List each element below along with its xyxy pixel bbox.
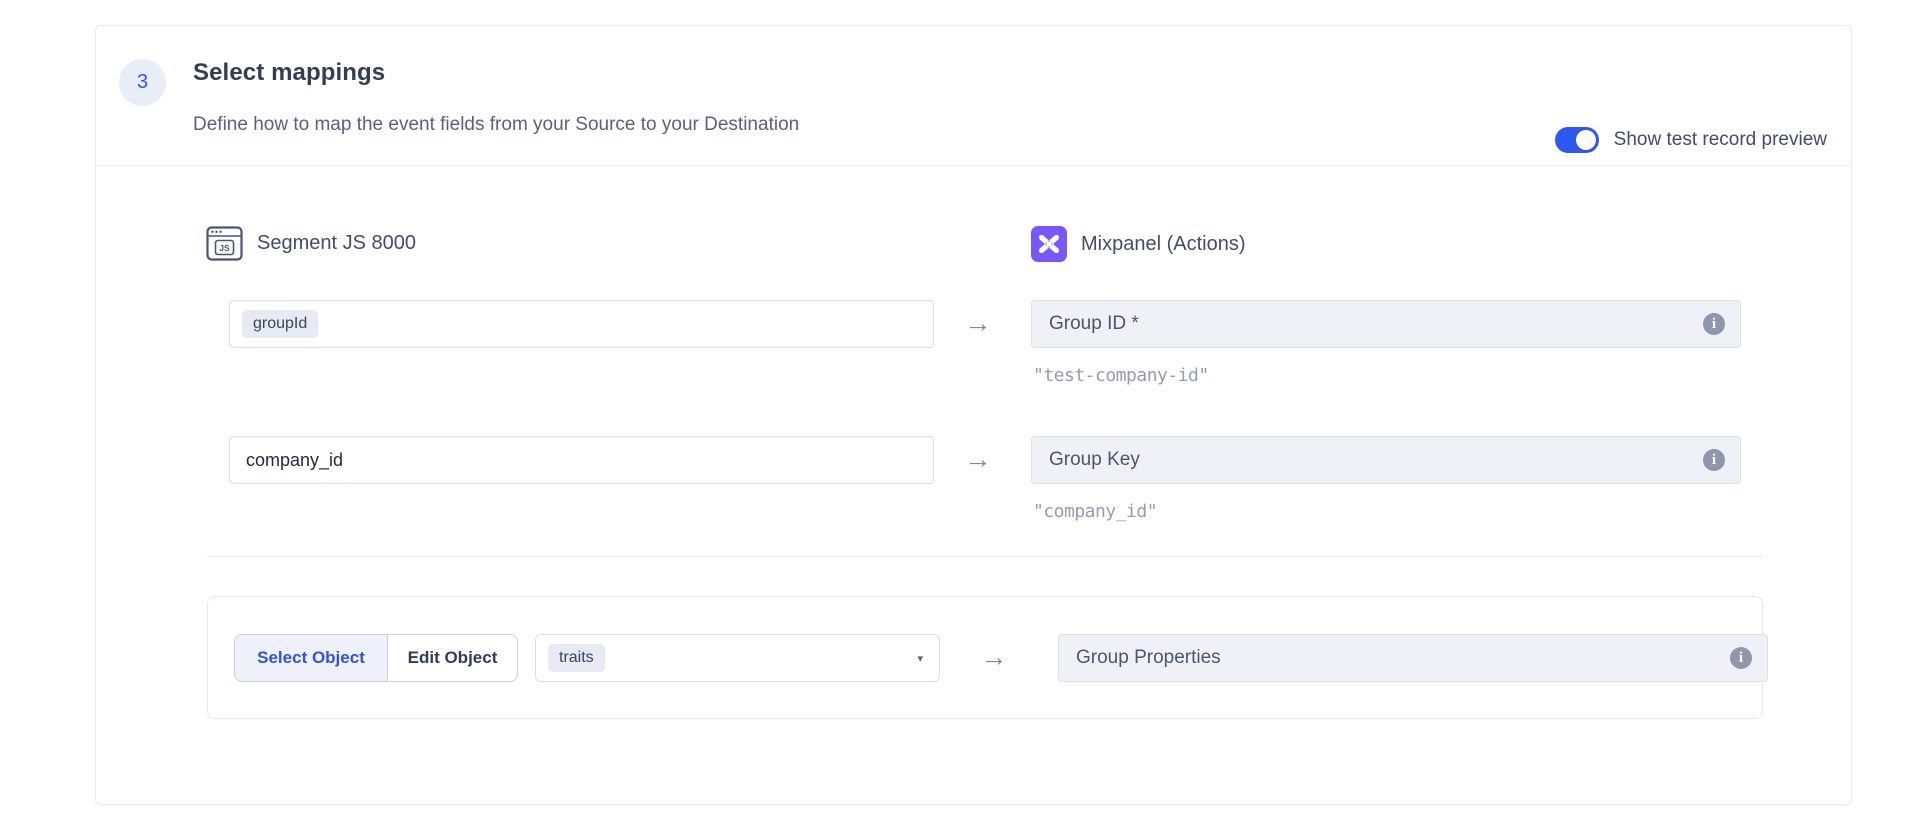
destination-field-label: Group Properties bbox=[1076, 647, 1730, 669]
mapping-row-group-key: company_id → Group Key i bbox=[96, 436, 1851, 484]
caret-down-icon: ▾ bbox=[917, 652, 923, 665]
source-field-input-groupid[interactable]: groupId bbox=[229, 300, 934, 348]
page: 3 Select mappings Define how to map the … bbox=[0, 0, 1906, 836]
destination-field-label: Group Key bbox=[1049, 449, 1703, 471]
source-field-input-company-id[interactable]: company_id bbox=[229, 436, 934, 484]
destination-field-group-key: Group Key i bbox=[1031, 436, 1741, 484]
source-name: Segment JS 8000 bbox=[257, 232, 416, 255]
object-mapping-box: Select Object Edit Object traits ▾ → Gro… bbox=[207, 596, 1763, 719]
destination-field-group-properties: Group Properties i bbox=[1058, 634, 1768, 682]
destination-field-group-id: Group ID * i bbox=[1031, 300, 1741, 348]
field-token-groupid[interactable]: groupId bbox=[242, 310, 318, 338]
source-connector: JS Segment JS 8000 bbox=[206, 226, 416, 261]
toggle-label: Show test record preview bbox=[1614, 129, 1827, 151]
show-test-record-toggle[interactable] bbox=[1555, 127, 1599, 153]
info-icon[interactable]: i bbox=[1703, 313, 1725, 335]
section-divider bbox=[207, 556, 1763, 557]
info-icon[interactable]: i bbox=[1703, 449, 1725, 471]
toggle-knob bbox=[1576, 130, 1596, 150]
dropdown-token-traits: traits bbox=[548, 644, 605, 672]
object-button-group: Select Object Edit Object bbox=[234, 634, 518, 682]
info-icon[interactable]: i bbox=[1730, 647, 1752, 669]
object-path-dropdown[interactable]: traits ▾ bbox=[535, 634, 940, 682]
page-subtitle: Define how to map the event fields from … bbox=[193, 114, 799, 136]
mapping-row-group-id: groupId → Group ID * i bbox=[96, 300, 1851, 348]
browser-js-icon: JS bbox=[206, 226, 243, 261]
step-number: 3 bbox=[137, 71, 148, 94]
mixpanel-icon bbox=[1031, 226, 1067, 262]
preview-toggle-row: Show test record preview bbox=[1555, 127, 1827, 153]
destination-name: Mixpanel (Actions) bbox=[1081, 233, 1246, 256]
test-preview-group-key: "company_id" bbox=[1033, 501, 1157, 522]
svg-text:JS: JS bbox=[219, 243, 230, 253]
page-title: Select mappings bbox=[193, 59, 385, 87]
arrow-right-icon: → bbox=[958, 308, 998, 339]
edit-object-button[interactable]: Edit Object bbox=[387, 635, 517, 681]
test-preview-group-id: "test-company-id" bbox=[1033, 365, 1209, 386]
arrow-right-icon: → bbox=[958, 444, 998, 475]
card-header: 3 Select mappings Define how to map the … bbox=[96, 26, 1851, 166]
step-badge: 3 bbox=[119, 59, 166, 106]
object-mapping-row: Select Object Edit Object traits ▾ → Gro… bbox=[234, 634, 1788, 682]
select-mappings-card: 3 Select mappings Define how to map the … bbox=[95, 25, 1852, 805]
destination-connector: Mixpanel (Actions) bbox=[1031, 226, 1246, 262]
select-object-button[interactable]: Select Object bbox=[235, 635, 387, 681]
destination-field-label: Group ID * bbox=[1049, 313, 1703, 335]
arrow-right-icon: → bbox=[974, 642, 1014, 673]
